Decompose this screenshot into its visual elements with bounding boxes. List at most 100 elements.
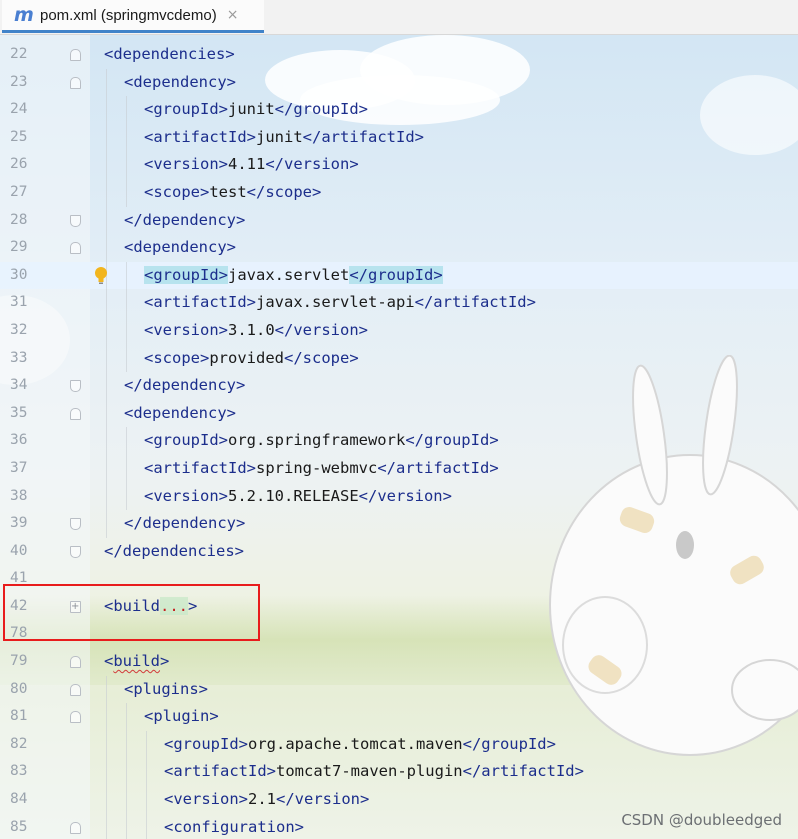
- fold-marker-icon[interactable]: [70, 242, 81, 255]
- code-line[interactable]: 31 <artifactId>javax.servlet-api</artifac…: [0, 289, 798, 317]
- tab-pom-xml[interactable]: m pom.xml (springmvcdemo) ×: [2, 0, 264, 33]
- xml-tag: <version: [144, 155, 219, 174]
- xml-tag: >: [218, 486, 228, 505]
- fold-marker-icon[interactable]: [70, 656, 81, 669]
- code-line[interactable]: 79 <build>: [0, 648, 798, 676]
- indent-guide: [146, 730, 147, 759]
- code-text: <groupId>org.apache.tomcat.maven</groupI…: [164, 731, 556, 759]
- code-text: <configuration>: [164, 814, 304, 839]
- code-line[interactable]: 34 </dependency>: [0, 372, 798, 400]
- fold-marker-icon[interactable]: [70, 821, 81, 834]
- xml-value: provided: [209, 348, 284, 367]
- indent-guide: [146, 813, 147, 839]
- code-text: </dependency>: [124, 510, 245, 538]
- indent-guide: [106, 178, 107, 207]
- code-line[interactable]: 24 <groupId>junit</groupId>: [0, 96, 798, 124]
- fold-marker-icon[interactable]: [70, 49, 81, 61]
- fold-marker-icon[interactable]: [70, 545, 81, 558]
- line-number: 80: [10, 680, 28, 697]
- code-line[interactable]: 83 <artifactId>tomcat7-maven-plugin</arti…: [0, 758, 798, 787]
- indent-guide: [106, 344, 107, 373]
- code-line[interactable]: 33 <scope>provided</scope>: [0, 344, 798, 373]
- xml-tag: <artifactId: [144, 458, 247, 477]
- fold-marker-icon[interactable]: [70, 380, 81, 393]
- xml-tag: >: [238, 790, 248, 809]
- code-line[interactable]: 39 </dependency>: [0, 510, 798, 538]
- code-line[interactable]: 35 <dependency>: [0, 399, 798, 428]
- fold-marker-icon[interactable]: [70, 683, 81, 696]
- xml-tag: </groupId: [274, 100, 359, 119]
- xml-tag: <configuration: [164, 817, 295, 836]
- code-text: <version>4.11</version>: [144, 151, 359, 179]
- fold-marker-icon[interactable]: [70, 407, 81, 420]
- xml-value: 3.1.0: [228, 320, 275, 339]
- line-number: 26: [10, 156, 28, 173]
- xml-tag: <version: [144, 486, 219, 505]
- indent-guide: [106, 482, 107, 511]
- code-line[interactable]: 81 <plugin>: [0, 703, 798, 731]
- fold-marker-icon[interactable]: [70, 76, 81, 89]
- code-line[interactable]: 36 <groupId>org.springframework</groupId>: [0, 427, 798, 455]
- xml-value: org.apache.tomcat.maven: [248, 734, 463, 753]
- intention-bulb-icon[interactable]: [94, 266, 108, 286]
- indent-guide: [106, 96, 107, 124]
- xml-tag: <groupId: [164, 734, 239, 753]
- line-number: 83: [10, 763, 28, 780]
- indent-guide: [146, 758, 147, 787]
- code-text: <build>: [104, 648, 169, 676]
- code-line[interactable]: 28 </dependency>: [0, 206, 798, 235]
- code-text: <version>3.1.0</version>: [144, 317, 368, 345]
- code-line[interactable]: 25 <artifactId>junit</artifactId>: [0, 123, 798, 152]
- xml-tag: <version: [164, 790, 239, 809]
- xml-tag: >: [294, 817, 304, 836]
- xml-tag: >: [312, 182, 322, 201]
- code-line[interactable]: 22 <dependencies>: [0, 41, 798, 69]
- xml-tag: >: [218, 155, 228, 174]
- xml-tag: >: [226, 238, 236, 257]
- line-number: 23: [10, 73, 28, 90]
- xml-value: tomcat7-maven-plugin: [276, 762, 463, 781]
- xml-tag: <artifactId: [144, 127, 247, 146]
- code-line[interactable]: 26 <version>4.11</version>: [0, 151, 798, 179]
- xml-tag: >: [225, 45, 235, 63]
- xml-value: 4.11: [228, 155, 266, 174]
- code-line[interactable]: 23 <dependency>: [0, 68, 798, 97]
- code-line[interactable]: 82 <groupId>org.apache.tomcat.maven</grou…: [0, 730, 798, 759]
- xml-tag: >: [442, 486, 452, 505]
- xml-tag: build: [113, 652, 161, 671]
- code-line[interactable]: 37 <artifactId>spring-webmvc</artifactId>: [0, 454, 798, 483]
- watermark: CSDN @doubleedged: [621, 811, 782, 829]
- code-text: <version>2.1</version>: [164, 786, 369, 814]
- xml-tag: >: [218, 100, 228, 119]
- code-line[interactable]: 27 <scope>test</scope>: [0, 178, 798, 207]
- xml-value: javax.servlet: [228, 265, 350, 284]
- indent-guide: [106, 151, 107, 179]
- indent-guide: [106, 372, 107, 400]
- xml-tag: >: [358, 100, 369, 119]
- xml-tag: <dependency: [124, 72, 227, 91]
- code-editor[interactable]: 22 <dependencies> 23 <dependency> 24 <groupId…: [0, 35, 798, 839]
- xml-tag: >: [266, 762, 276, 781]
- tab-title: pom.xml (springmvcdemo): [40, 6, 217, 24]
- indent-guide: [106, 730, 107, 759]
- code-line[interactable]: 80 <plugins>: [0, 675, 798, 704]
- xml-tag: <scope: [144, 182, 200, 201]
- indent-guide: [126, 758, 127, 787]
- code-line[interactable]: 40 </dependencies>: [0, 538, 798, 566]
- fold-marker-icon[interactable]: [70, 518, 81, 531]
- line-number: 30: [10, 266, 28, 283]
- code-line[interactable]: 32 <version>3.1.0</version>: [0, 316, 798, 345]
- code-line[interactable]: 29 <dependency>: [0, 234, 798, 262]
- xml-tag: <dependencies: [104, 45, 226, 63]
- close-tab-icon[interactable]: ×: [227, 7, 239, 23]
- code-text: <dependency>: [124, 234, 236, 262]
- code-line[interactable]: 30 <groupId>javax.servlet</groupId>: [0, 261, 798, 290]
- xml-tag: >: [218, 431, 228, 450]
- code-line[interactable]: 84 <version>2.1</version>: [0, 786, 798, 814]
- maven-file-icon: m: [14, 4, 34, 26]
- code-text: <groupId>org.springframework</groupId>: [144, 427, 499, 455]
- fold-marker-icon[interactable]: [70, 214, 81, 227]
- fold-marker-icon[interactable]: [70, 711, 81, 724]
- xml-tag: </artifactId: [377, 458, 490, 477]
- code-line[interactable]: 38 <version>5.2.10.RELEASE</version>: [0, 482, 798, 511]
